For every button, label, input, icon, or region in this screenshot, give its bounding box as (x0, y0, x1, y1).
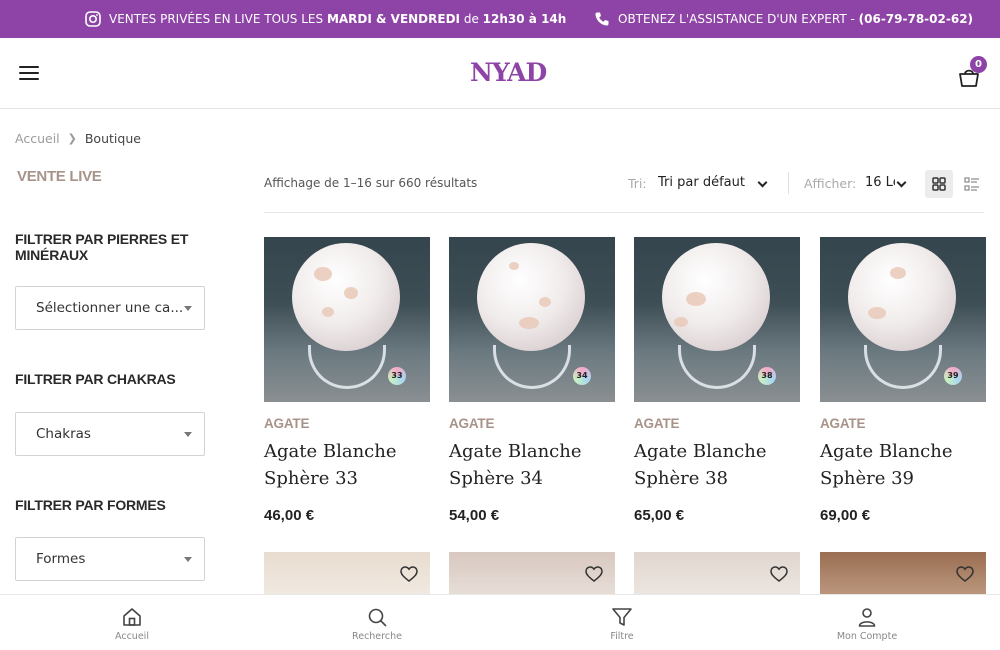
assist-phone[interactable]: (06-79-78-02-62) (859, 12, 973, 26)
wishlist-heart-icon[interactable] (585, 566, 603, 582)
nav-home[interactable]: Accueil (77, 595, 187, 650)
show-label: Afficher: (804, 176, 857, 191)
chevron-right-icon: ❯ (67, 132, 77, 145)
live-sales-promo: VENTES PRIVÉES EN LIVE TOUS LES MARDI & … (85, 0, 566, 38)
user-icon (858, 608, 876, 627)
product-category[interactable]: AGATE (634, 416, 800, 431)
product-card[interactable] (634, 552, 800, 594)
promo-prefix: VENTES PRIVÉES EN LIVE TOUS LES (109, 12, 324, 26)
product-image[interactable]: 39 (820, 237, 986, 402)
promo-mid: de (463, 12, 479, 26)
grid-view-icon (932, 177, 946, 191)
filter-icon (612, 608, 632, 626)
product-image[interactable]: 34 (449, 237, 615, 402)
grid-view-button[interactable] (925, 170, 953, 198)
product-number-badge: 39 (944, 367, 962, 385)
product-number-badge: 38 (758, 367, 776, 385)
expert-assistance[interactable]: OBTENEZ L'ASSISTANCE D'UN EXPERT - (06-7… (594, 0, 973, 38)
phone-icon (595, 12, 609, 26)
wishlist-heart-icon[interactable] (956, 566, 974, 582)
nav-search[interactable]: Recherche (322, 595, 432, 650)
promo-days: MARDI & VENDREDI (326, 12, 461, 26)
product-number-badge: 34 (573, 367, 591, 385)
breadcrumb-current: Boutique (84, 131, 141, 146)
product-price: 46,00 € (264, 507, 315, 524)
cart-button[interactable]: 0 (958, 56, 987, 88)
instagram-icon (85, 11, 101, 27)
filter-stones-select[interactable]: Sélectionner une ca... (15, 286, 205, 330)
list-view-icon (964, 177, 979, 191)
product-price: 54,00 € (449, 507, 500, 524)
cart-count-badge: 0 (970, 56, 987, 73)
filter-chakras-select[interactable]: Chakras (15, 412, 205, 456)
product-name[interactable]: Agate Blanche Sphère 38 (634, 438, 800, 492)
product-name[interactable]: Agate Blanche Sphère 39 (820, 438, 986, 492)
product-category[interactable]: AGATE (264, 416, 430, 431)
filter-shapes-title: FILTRER PAR FORMES (15, 497, 166, 513)
product-price: 65,00 € (634, 507, 685, 524)
product-card[interactable] (820, 552, 986, 594)
menu-icon[interactable] (19, 66, 39, 81)
wishlist-heart-icon[interactable] (770, 566, 788, 582)
filter-stones-value: Sélectionner une ca... (36, 300, 184, 316)
nav-filter-label: Filtre (610, 631, 634, 642)
sort-select[interactable]: Tri par défaut (658, 175, 773, 190)
product-card[interactable] (264, 552, 430, 594)
nav-account[interactable]: Mon Compte (812, 595, 922, 650)
product-card[interactable]: 38 AGATE Agate Blanche Sphère 38 65,00 € (634, 237, 800, 524)
wishlist-heart-icon[interactable] (400, 566, 418, 582)
breadcrumb-home[interactable]: Accueil (15, 131, 60, 146)
caret-down-icon (184, 432, 192, 437)
product-card[interactable] (449, 552, 615, 594)
search-icon (368, 608, 387, 627)
vente-live-link[interactable]: VENTE LIVE (17, 168, 102, 185)
filter-chakras-title: FILTRER PAR CHAKRAS (15, 371, 176, 387)
per-page-select[interactable]: 16 Le (865, 175, 895, 190)
home-icon (123, 608, 141, 626)
product-number-badge: 33 (388, 367, 406, 385)
toolbar-divider (788, 172, 789, 194)
bottom-nav: Accueil Recherche Filtre Mon Compte (0, 594, 1000, 650)
site-logo[interactable]: NYAD (470, 56, 547, 90)
top-announcement-bar: VENTES PRIVÉES EN LIVE TOUS LES MARDI & … (0, 0, 1000, 38)
product-card[interactable]: 39 AGATE Agate Blanche Sphère 39 69,00 € (820, 237, 986, 524)
list-view-button[interactable] (959, 170, 985, 198)
product-card[interactable]: 33 AGATE Agate Blanche Sphère 33 46,00 € (264, 237, 430, 524)
nav-home-label: Accueil (115, 631, 149, 642)
filter-shapes-value: Formes (36, 551, 86, 567)
promo-time: 12h30 à 14h (482, 12, 567, 26)
caret-down-icon (184, 557, 192, 562)
product-category[interactable]: AGATE (820, 416, 986, 431)
product-name[interactable]: Agate Blanche Sphère 33 (264, 438, 430, 492)
results-count: Affichage de 1–16 sur 660 résultats (264, 176, 478, 190)
breadcrumb: Accueil ❯ Boutique (15, 131, 141, 146)
nav-search-label: Recherche (352, 631, 402, 642)
product-image[interactable]: 38 (634, 237, 800, 402)
filter-chakras-value: Chakras (36, 426, 91, 442)
toolbar-divider-line (264, 212, 984, 213)
product-card[interactable]: 34 AGATE Agate Blanche Sphère 34 54,00 € (449, 237, 615, 524)
filter-stones-title: FILTRER PAR PIERRES ET MINÉRAUX (15, 231, 189, 263)
caret-down-icon (184, 306, 192, 311)
product-image[interactable]: 33 (264, 237, 430, 402)
product-category[interactable]: AGATE (449, 416, 615, 431)
nav-account-label: Mon Compte (836, 631, 898, 642)
sort-label: Tri: (628, 176, 647, 191)
chevron-down-icon[interactable] (896, 177, 907, 188)
nav-filter[interactable]: Filtre (567, 595, 677, 650)
assist-text: OBTENEZ L'ASSISTANCE D'UN EXPERT - (618, 12, 855, 26)
product-price: 69,00 € (820, 507, 871, 524)
site-header: NYAD 0 (0, 38, 1000, 109)
filter-shapes-select[interactable]: Formes (15, 537, 205, 581)
product-name[interactable]: Agate Blanche Sphère 34 (449, 438, 615, 492)
